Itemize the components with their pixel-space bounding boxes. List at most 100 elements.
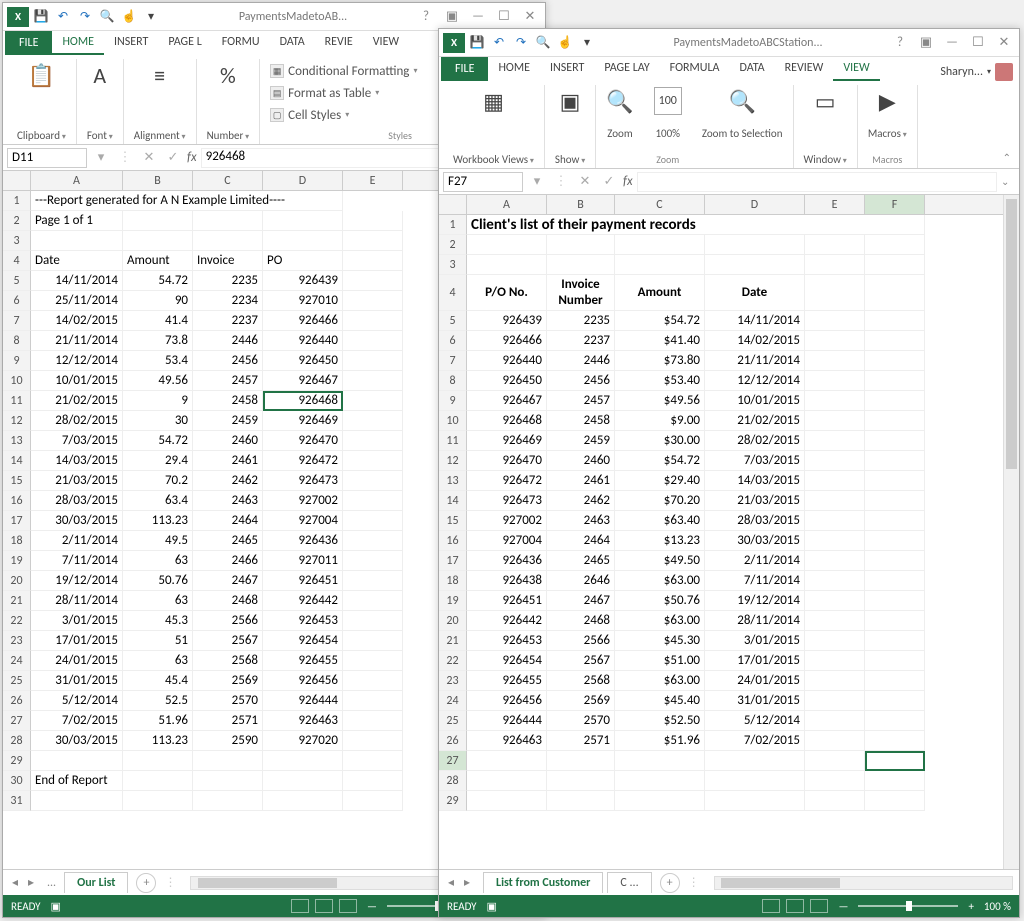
cell[interactable]: 926468	[467, 411, 547, 431]
row-header[interactable]: 4	[439, 275, 467, 311]
row-header[interactable]: 21	[439, 631, 467, 651]
cell[interactable]: 2458	[193, 391, 263, 411]
cell[interactable]	[705, 791, 805, 811]
cell[interactable]	[705, 235, 805, 255]
row-header[interactable]: 24	[3, 651, 31, 671]
format-as-table-button[interactable]: ▤Format as Table ▾	[270, 83, 379, 103]
cell[interactable]: 927002	[263, 491, 343, 511]
cell[interactable]: 5/12/2014	[31, 691, 123, 711]
cell[interactable]: 31/01/2015	[705, 691, 805, 711]
font-icon[interactable]: A	[93, 61, 106, 89]
cell[interactable]	[705, 255, 805, 275]
cell[interactable]	[343, 791, 403, 811]
row-header[interactable]: 30	[3, 771, 31, 791]
sheet-tab-list-from-customer[interactable]: List from Customer	[483, 872, 603, 893]
cell[interactable]: 926456	[467, 691, 547, 711]
cell[interactable]: 926455	[263, 651, 343, 671]
cell[interactable]: 2468	[547, 611, 615, 631]
cell[interactable]: 926466	[263, 311, 343, 331]
cell[interactable]: 926470	[467, 451, 547, 471]
cell[interactable]: 17/01/2015	[31, 631, 123, 651]
cell[interactable]	[805, 235, 865, 255]
row-header[interactable]: 7	[439, 351, 467, 371]
print-preview-icon[interactable]: 🔍	[535, 35, 551, 51]
cell[interactable]: 52.5	[123, 691, 193, 711]
page-layout-view-icon[interactable]	[786, 899, 804, 913]
cell[interactable]: 926454	[467, 651, 547, 671]
cell[interactable]: 51	[123, 631, 193, 651]
cell[interactable]	[865, 751, 925, 771]
row-header[interactable]: 21	[3, 591, 31, 611]
cell[interactable]	[805, 731, 865, 751]
zoom-out-icon[interactable]: —	[838, 900, 848, 913]
account-menu[interactable]: Sharyn...▾	[940, 63, 1013, 81]
cell[interactable]: 7/02/2015	[705, 731, 805, 751]
page-layout-view-icon[interactable]	[315, 899, 333, 913]
fx-icon[interactable]: fx	[623, 174, 633, 189]
redo-icon[interactable]: ↷	[77, 9, 93, 25]
cell[interactable]: 12/12/2014	[31, 351, 123, 371]
cell[interactable]: 2463	[193, 491, 263, 511]
cell[interactable]	[615, 771, 705, 791]
cell[interactable]: 926436	[263, 531, 343, 551]
cell-styles-button[interactable]: ▢Cell Styles ▾	[270, 105, 349, 125]
cell[interactable]: 63	[123, 651, 193, 671]
cell[interactable]: 2459	[193, 411, 263, 431]
cell[interactable]: 2570	[193, 691, 263, 711]
vertical-scrollbar[interactable]	[1003, 195, 1019, 869]
workbook-views-button[interactable]: ▦ Workbook Views	[443, 85, 545, 168]
cell[interactable]: 28/02/2015	[31, 411, 123, 431]
cell[interactable]	[343, 231, 403, 251]
row-header[interactable]: 8	[439, 371, 467, 391]
cell[interactable]: 926444	[467, 711, 547, 731]
cell[interactable]: 19/12/2014	[31, 571, 123, 591]
cell[interactable]: 63	[123, 551, 193, 571]
cell[interactable]	[123, 211, 193, 231]
cell[interactable]	[263, 791, 343, 811]
row-header[interactable]: 27	[439, 751, 467, 771]
cell[interactable]	[467, 791, 547, 811]
window-button[interactable]: ▭ Window	[794, 85, 858, 168]
cell[interactable]: 2467	[547, 591, 615, 611]
cell[interactable]	[805, 691, 865, 711]
cell[interactable]: 926455	[467, 671, 547, 691]
cell[interactable]	[805, 531, 865, 551]
cell[interactable]: $45.40	[615, 691, 705, 711]
cell[interactable]: 927010	[263, 291, 343, 311]
cell[interactable]: 2460	[193, 431, 263, 451]
cell[interactable]	[467, 255, 547, 275]
cell[interactable]: 926453	[467, 631, 547, 651]
sheet-nav-next-icon[interactable]: ▸	[461, 875, 473, 890]
cell[interactable]: 2466	[193, 551, 263, 571]
undo-icon[interactable]: ↶	[491, 35, 507, 51]
cell[interactable]: $51.96	[615, 731, 705, 751]
row-header[interactable]: 20	[439, 611, 467, 631]
cell[interactable]	[805, 671, 865, 691]
row-header[interactable]: 11	[439, 431, 467, 451]
help-icon[interactable]: ?	[891, 35, 909, 50]
cell[interactable]	[467, 751, 547, 771]
row-header[interactable]: 5	[3, 271, 31, 291]
tab-review[interactable]: REVIEW	[775, 57, 834, 81]
cell[interactable]	[343, 451, 403, 471]
cell[interactable]	[193, 211, 263, 231]
cell[interactable]	[547, 791, 615, 811]
row-header[interactable]: 9	[439, 391, 467, 411]
conditional-formatting-button[interactable]: ▦Conditional Formatting ▾	[270, 61, 417, 81]
cell[interactable]: InvoiceNumber	[547, 275, 615, 311]
row-header[interactable]: 11	[3, 391, 31, 411]
cell[interactable]: 926454	[263, 631, 343, 651]
cell[interactable]: 49.56	[123, 371, 193, 391]
cell[interactable]: $52.50	[615, 711, 705, 731]
zoom-level[interactable]: 100 %	[984, 900, 1011, 913]
cell[interactable]: 2570	[547, 711, 615, 731]
cell[interactable]: 70.2	[123, 471, 193, 491]
row-header[interactable]: 23	[3, 631, 31, 651]
alignment-icon[interactable]: ≡	[154, 61, 165, 89]
cell[interactable]: 2457	[193, 371, 263, 391]
row-header[interactable]: 5	[439, 311, 467, 331]
cell[interactable]	[343, 591, 403, 611]
name-box[interactable]: F27	[443, 172, 523, 192]
cell[interactable]: 28/03/2015	[31, 491, 123, 511]
cell[interactable]: 2571	[547, 731, 615, 751]
